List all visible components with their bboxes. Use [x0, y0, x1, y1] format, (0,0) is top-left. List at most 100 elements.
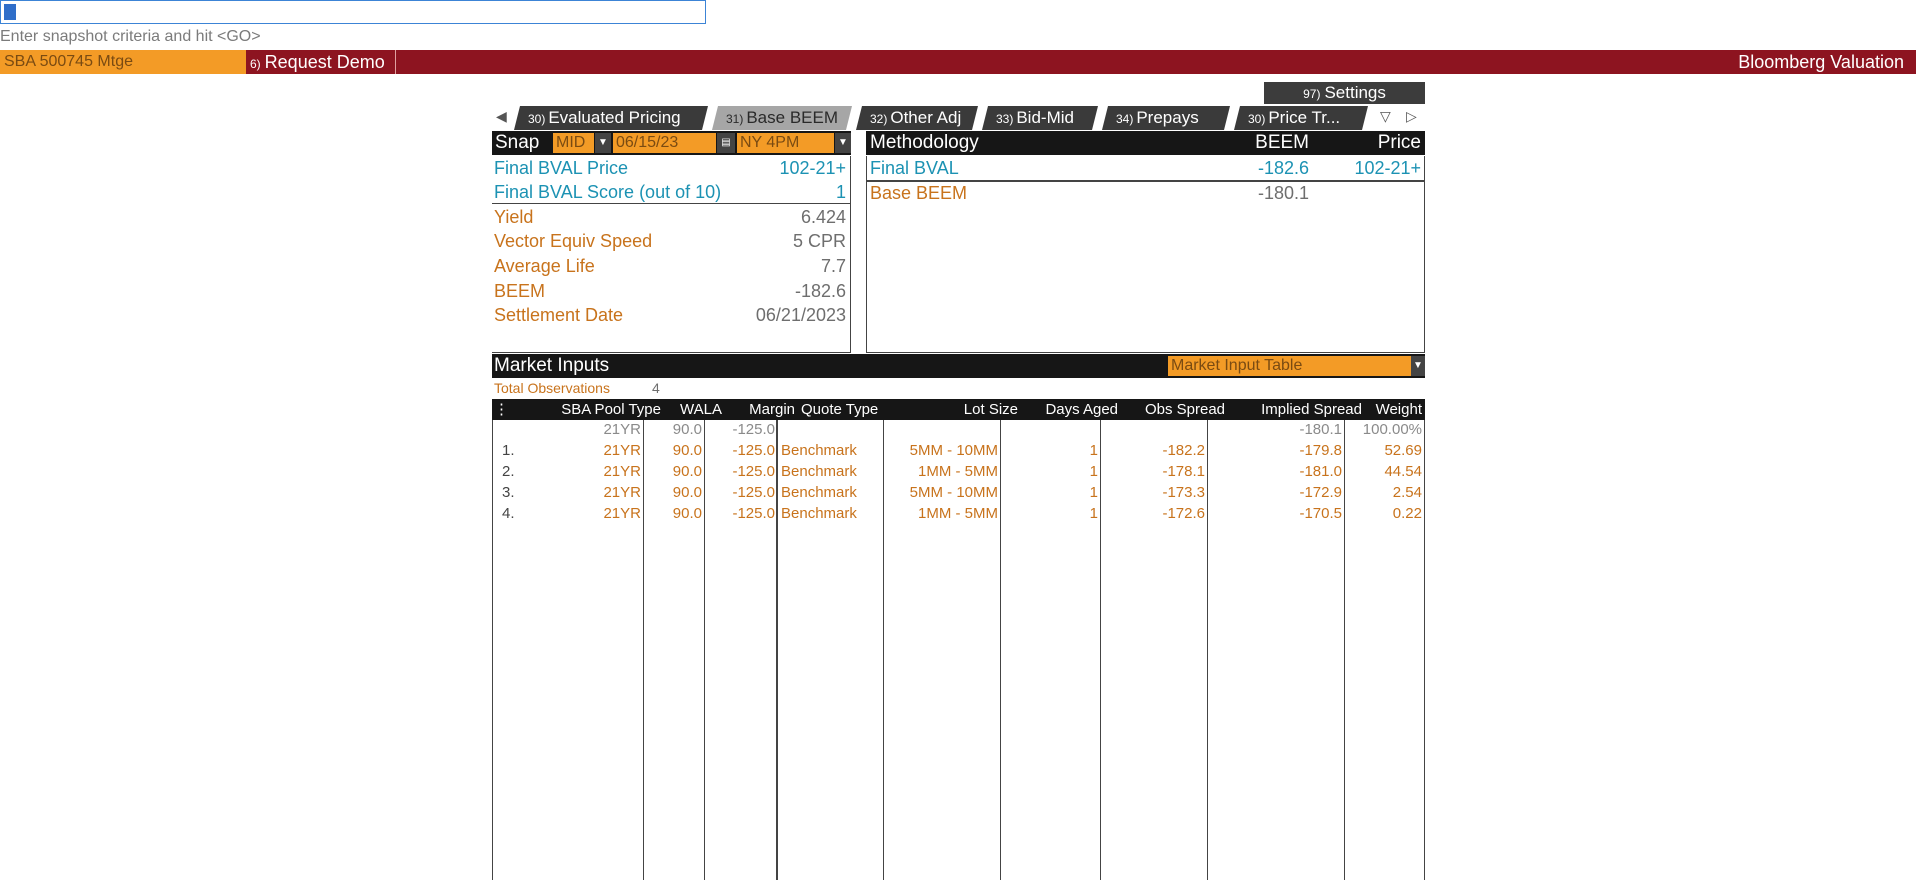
- tab-number: 31): [726, 112, 744, 126]
- request-demo-button[interactable]: 6) Request Demo: [250, 50, 396, 74]
- snap-date-field[interactable]: 06/15/23: [613, 133, 716, 153]
- command-input[interactable]: [0, 0, 706, 24]
- tab-number: 32): [870, 112, 888, 126]
- col-header-implied-spread[interactable]: Implied Spread: [1228, 399, 1365, 420]
- tab-number: 30): [1248, 112, 1266, 126]
- methodology-row[interactable]: Final BVAL -182.6 102-21+: [866, 156, 1425, 180]
- final-bval-score-value: 1: [835, 182, 846, 202]
- snap-source-select[interactable]: MID: [553, 133, 594, 153]
- yield-label: Yield: [494, 207, 534, 227]
- col-header-wala[interactable]: WALA: [664, 399, 725, 420]
- cell-days-aged: 1: [1089, 505, 1098, 522]
- col-header-pool-type[interactable]: SBA Pool Type: [512, 399, 664, 420]
- tab-scroll-left-icon[interactable]: ◀: [496, 108, 507, 125]
- cell-implied-spread: -180.1: [1299, 421, 1342, 438]
- average-life-value: 7.7: [820, 256, 846, 276]
- cell-quote-type: Benchmark: [781, 484, 857, 501]
- total-observations-label: Total Observations: [494, 380, 610, 396]
- cell-margin: -125.0: [732, 442, 775, 459]
- cell-weight: 2.54: [1392, 484, 1422, 501]
- col-header-weight[interactable]: Weight: [1365, 399, 1425, 420]
- final-bval-price-label: Final BVAL Price: [494, 158, 629, 178]
- cell-margin: -125.0: [732, 421, 775, 438]
- tab-label: Prepays: [1136, 108, 1199, 127]
- tab-prepays[interactable]: 34) Prepays: [1102, 106, 1230, 130]
- col-header-quote-type[interactable]: Quote Type: [798, 399, 904, 420]
- beem-value: -182.6: [794, 281, 846, 301]
- tab-label: Evaluated Pricing: [548, 108, 681, 127]
- col-header-select[interactable]: ⋮: [492, 399, 512, 420]
- average-life-row: Average Life 7.7: [492, 254, 850, 278]
- chevron-down-icon[interactable]: ▼: [835, 133, 851, 153]
- cell-margin: -125.0: [732, 463, 775, 480]
- cell-days-aged: 1: [1089, 484, 1098, 501]
- beem-row: BEEM -182.6: [492, 279, 850, 303]
- cell-margin: -125.0: [732, 484, 775, 501]
- total-observations: Total Observations 4: [492, 379, 1425, 397]
- cell-wala: 90.0: [672, 442, 702, 459]
- cell-lot-size: 1MM - 5MM: [918, 463, 998, 480]
- tab-other-adj[interactable]: 32) Other Adj: [856, 106, 978, 130]
- cell-implied-spread: -179.8: [1299, 442, 1342, 459]
- tab-scroll-right-icon[interactable]: ▷: [1406, 108, 1417, 125]
- settings-label: Settings: [1324, 83, 1386, 102]
- cell-lot-size: 5MM - 10MM: [909, 442, 998, 459]
- settings-button[interactable]: 97) Settings: [1264, 82, 1425, 104]
- vector-speed-value: 5 CPR: [792, 231, 846, 251]
- menu-number: 97): [1303, 87, 1321, 101]
- cell-days-aged: 1: [1089, 442, 1098, 459]
- cell-quote-type: Benchmark: [781, 442, 857, 459]
- market-inputs-title: Market Inputs: [494, 355, 610, 376]
- methodology-header: Methodology BEEM Price: [866, 131, 1425, 155]
- snap-time-select[interactable]: NY 4PM: [737, 133, 834, 153]
- tab-bar: ◀ 30) Evaluated Pricing 31) Base BEEM 32) O…: [492, 106, 1425, 130]
- final-bval-price-value: 102-21+: [779, 158, 846, 178]
- tab-label: Price Tr...: [1268, 108, 1341, 127]
- chevron-down-icon[interactable]: ▼: [595, 133, 611, 153]
- cell-weight: 0.22: [1392, 505, 1422, 522]
- tab-number: 33): [996, 112, 1014, 126]
- divider: [492, 203, 851, 204]
- cell-pool-type: 21YR: [603, 463, 641, 480]
- cell-weight: 44.54: [1384, 463, 1422, 480]
- calendar-icon[interactable]: ▤: [717, 133, 735, 153]
- cell-obs-spread: -178.1: [1162, 463, 1205, 480]
- cell-pool-type: 21YR: [603, 505, 641, 522]
- tab-price-trend[interactable]: 30) Price Tr...: [1234, 106, 1368, 130]
- market-input-view-select[interactable]: Market Input Table: [1168, 356, 1411, 376]
- tab-bid-mid[interactable]: 33) Bid-Mid: [982, 106, 1098, 130]
- vector-speed-label: Vector Equiv Speed: [494, 231, 653, 251]
- cell-obs-spread: -173.3: [1162, 484, 1205, 501]
- security-field[interactable]: SBA 500745 Mtge: [0, 50, 246, 74]
- cell-quote-type: Benchmark: [781, 505, 857, 522]
- final-bval-score-label: Final BVAL Score (out of 10): [494, 182, 722, 202]
- cell-wala: 90.0: [672, 463, 702, 480]
- cell-pool-type: 21YR: [603, 421, 641, 438]
- cell-wala: 90.0: [672, 421, 702, 438]
- methodology-beem: -180.1: [1257, 183, 1309, 203]
- tab-label: Base BEEM: [746, 108, 838, 127]
- cell-lot-size: 5MM - 10MM: [909, 484, 998, 501]
- cell-obs-spread: -182.2: [1162, 442, 1205, 459]
- vector-speed-row: Vector Equiv Speed 5 CPR: [492, 229, 850, 253]
- text-cursor: [4, 4, 16, 20]
- tab-overflow-icon[interactable]: ▽: [1380, 108, 1391, 125]
- tab-base-beem[interactable]: 31) Base BEEM: [712, 106, 852, 130]
- price-col-header: Price: [1377, 132, 1421, 153]
- settlement-date-row: Settlement Date 06/21/2023: [492, 303, 850, 327]
- snap-label: Snap: [495, 132, 540, 153]
- cell-wala: 90.0: [672, 505, 702, 522]
- command-hint: Enter snapshot criteria and hit <GO>: [0, 28, 261, 45]
- col-header-margin[interactable]: Margin: [725, 399, 798, 420]
- chevron-down-icon[interactable]: ▼: [1411, 356, 1425, 376]
- col-header-days-aged[interactable]: Days Aged: [1021, 399, 1121, 420]
- total-observations-value: 4: [652, 380, 660, 396]
- col-header-lot-size[interactable]: Lot Size: [904, 399, 1021, 420]
- tab-number: 34): [1116, 112, 1134, 126]
- settlement-date-label: Settlement Date: [494, 305, 624, 325]
- tab-evaluated-pricing[interactable]: 30) Evaluated Pricing: [514, 106, 708, 130]
- col-header-obs-spread[interactable]: Obs Spread: [1121, 399, 1228, 420]
- methodology-row[interactable]: Base BEEM -180.1: [866, 181, 1425, 205]
- cell-margin: -125.0: [732, 505, 775, 522]
- methodology-col-header: Methodology: [870, 132, 979, 153]
